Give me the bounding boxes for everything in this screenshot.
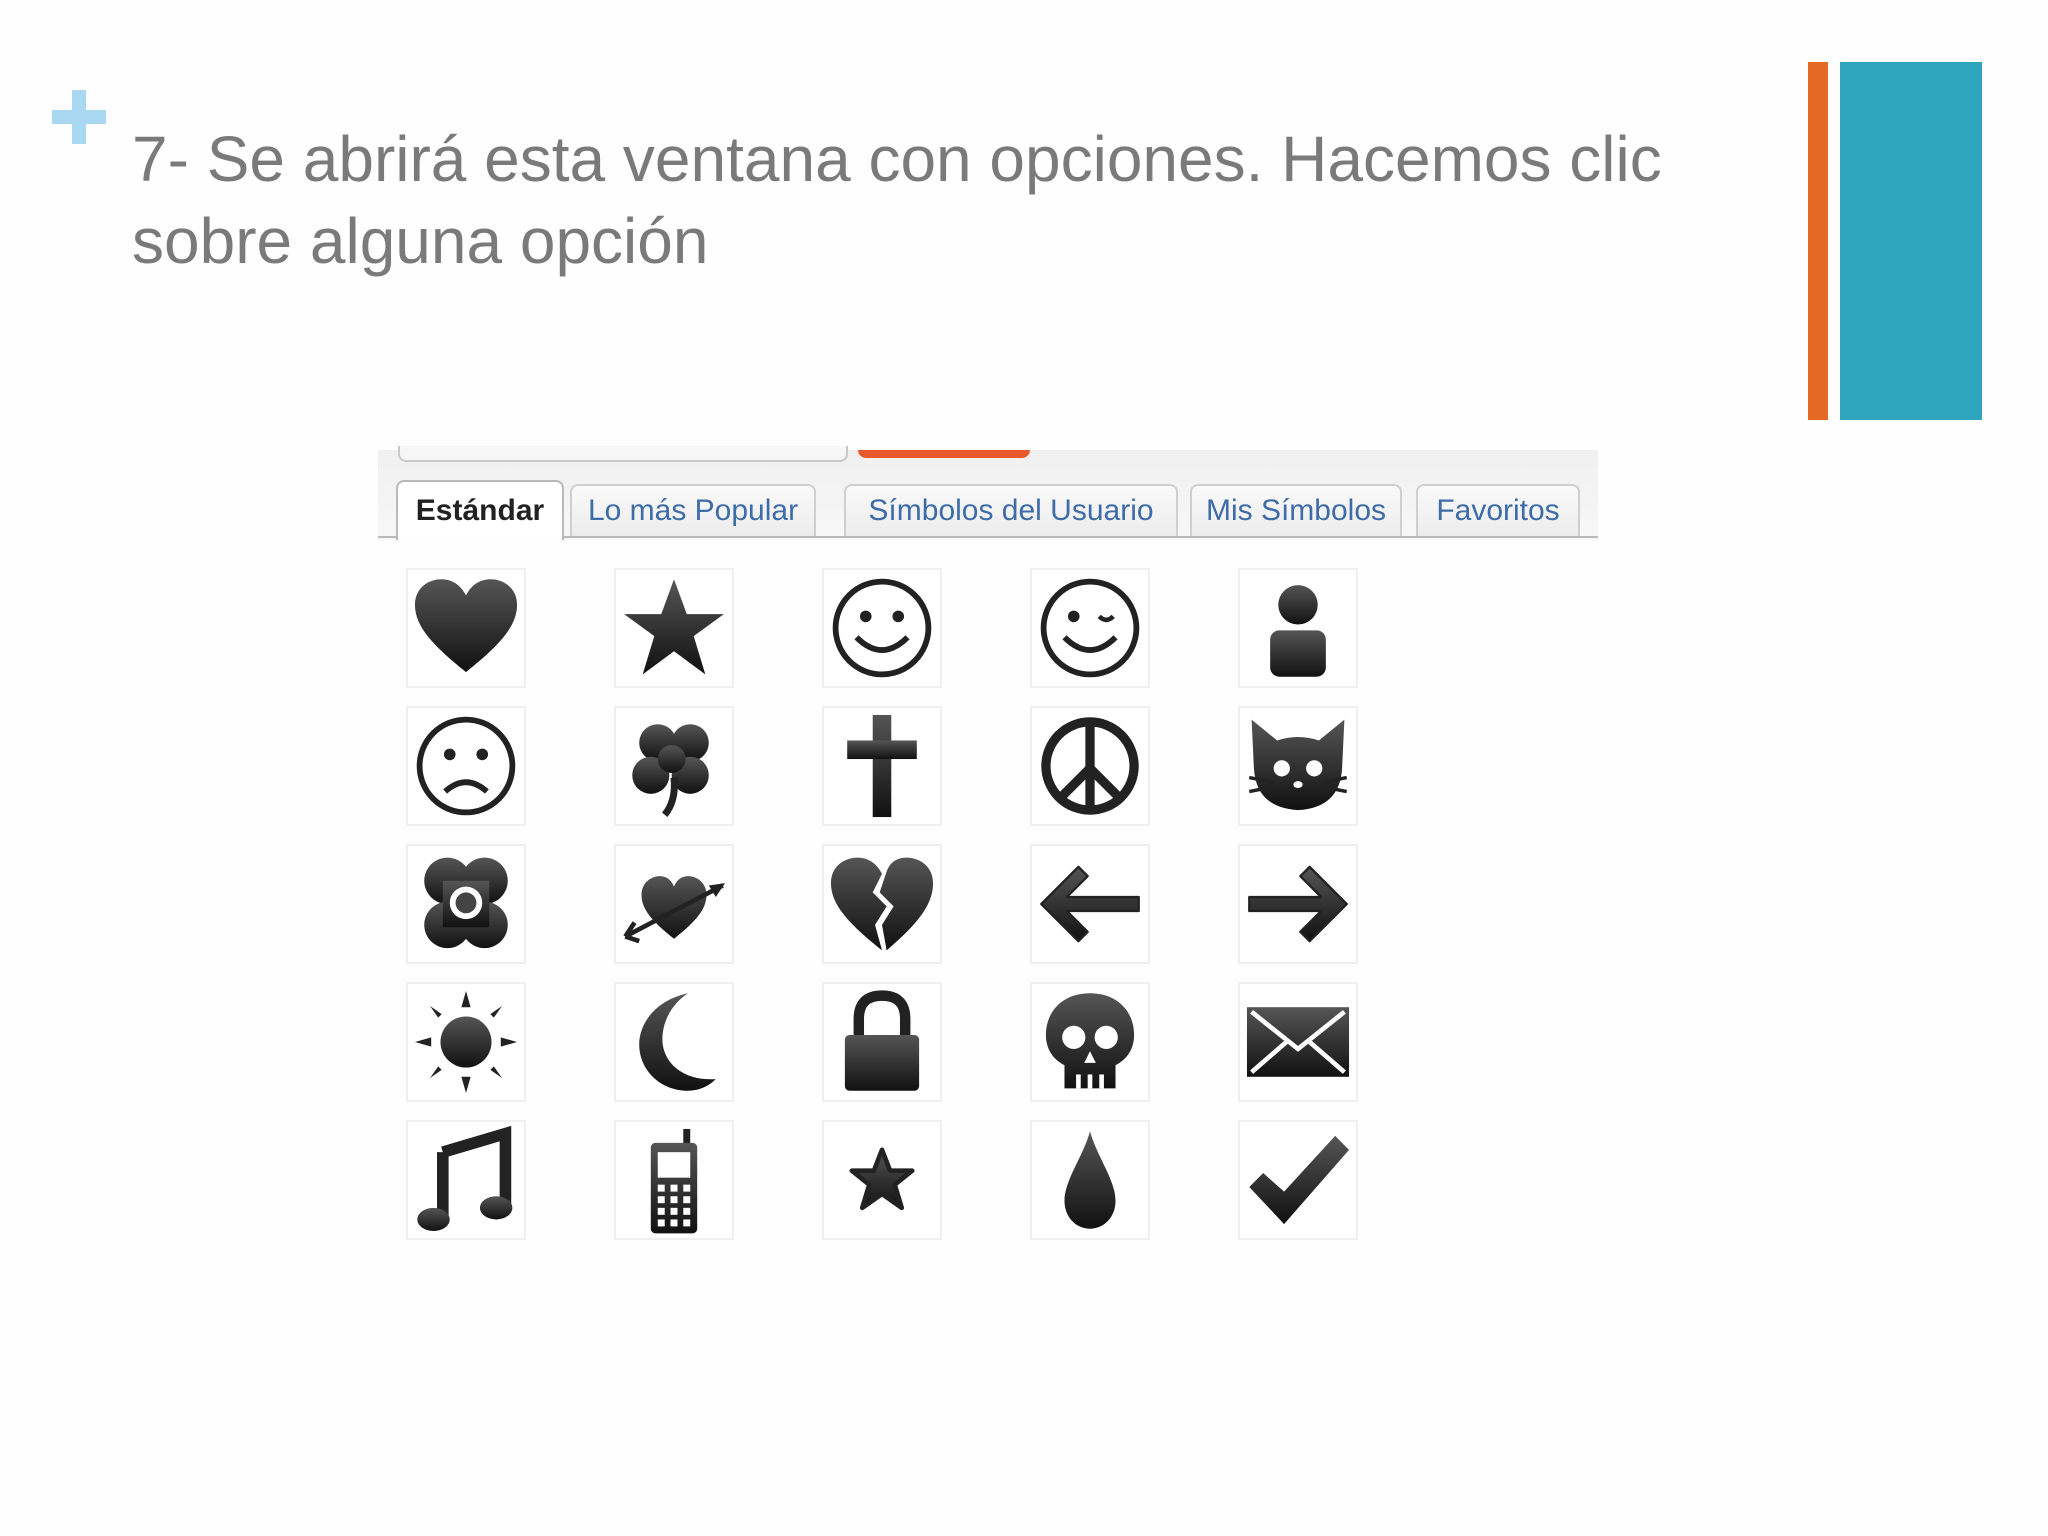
star-icon[interactable]	[614, 568, 734, 688]
input-field-edge[interactable]	[398, 446, 848, 462]
mobile-phone-icon[interactable]	[614, 1120, 734, 1240]
tab-simbolos-del-usuario[interactable]: Símbolos del Usuario	[844, 484, 1178, 536]
cross-icon[interactable]	[822, 706, 942, 826]
music-note-icon[interactable]	[406, 1120, 526, 1240]
teal-accent-bar	[1840, 62, 1982, 420]
lock-icon[interactable]	[822, 982, 942, 1102]
broken-heart-icon[interactable]	[822, 844, 942, 964]
drop-icon[interactable]	[1030, 1120, 1150, 1240]
sun-icon[interactable]	[406, 982, 526, 1102]
slide-title: 7- Se abrirá esta ventana con opciones. …	[132, 123, 1662, 277]
orange-accent-bar	[1808, 62, 1828, 420]
smiley-icon[interactable]	[822, 568, 942, 688]
cat-icon[interactable]	[1238, 706, 1358, 826]
moon-icon[interactable]	[614, 982, 734, 1102]
flower-icon[interactable]	[406, 844, 526, 964]
tab-mis-simbolos[interactable]: Mis Símbolos	[1190, 484, 1402, 536]
person-icon[interactable]	[1238, 568, 1358, 688]
envelope-icon[interactable]	[1238, 982, 1358, 1102]
heart-icon[interactable]	[406, 568, 526, 688]
peace-icon[interactable]	[1030, 706, 1150, 826]
tab-estandar[interactable]: Estándar	[396, 480, 564, 540]
plus-icon	[52, 90, 106, 144]
heart-arrow-icon[interactable]	[614, 844, 734, 964]
checkmark-icon[interactable]	[1238, 1120, 1358, 1240]
clover-icon[interactable]	[614, 706, 734, 826]
wink-icon[interactable]	[1030, 568, 1150, 688]
sad-face-icon[interactable]	[406, 706, 526, 826]
symbol-picker-screenshot: Estándar Lo más Popular Símbolos del Usu…	[378, 446, 1598, 1250]
arrow-left-icon[interactable]	[1030, 844, 1150, 964]
small-star-icon[interactable]	[822, 1120, 942, 1240]
skull-icon[interactable]	[1030, 982, 1150, 1102]
tab-favoritos[interactable]: Favoritos	[1416, 484, 1580, 536]
arrow-right-icon[interactable]	[1238, 844, 1358, 964]
orange-button-edge[interactable]	[858, 450, 1030, 458]
tab-lo-mas-popular[interactable]: Lo más Popular	[570, 484, 816, 536]
